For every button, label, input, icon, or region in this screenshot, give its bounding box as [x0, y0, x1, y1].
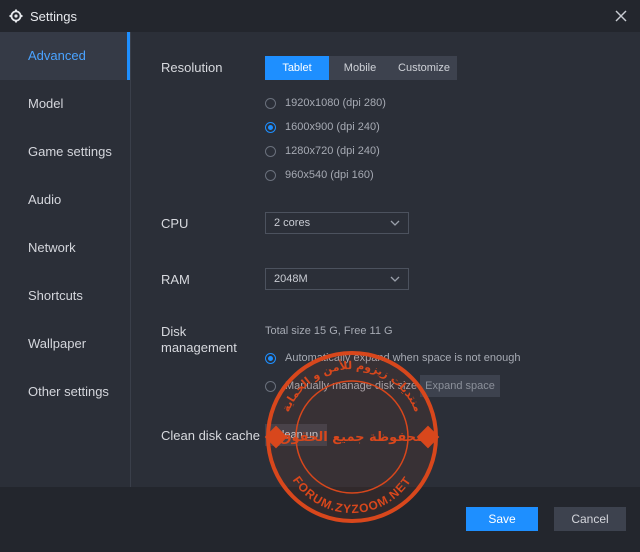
- cancel-button[interactable]: Cancel: [554, 507, 626, 531]
- chevron-down-icon: [390, 276, 400, 282]
- resolution-device-tabs: Tablet Mobile Customize: [265, 56, 457, 80]
- resolution-option-960x540[interactable]: 960x540 (dpi 160): [265, 169, 374, 181]
- resolution-option-1280x720[interactable]: 1280x720 (dpi 240): [265, 145, 380, 157]
- expand-space-button[interactable]: Expand space: [420, 375, 500, 397]
- ram-select[interactable]: 2048M: [265, 268, 409, 290]
- dialog-footer: Save Cancel: [0, 487, 640, 552]
- radio-label: 1600x900 (dpi 240): [285, 121, 380, 133]
- disk-manual-option[interactable]: Manually manage disk size: [265, 380, 417, 392]
- radio-label: 960x540 (dpi 160): [285, 169, 374, 181]
- tab-customize[interactable]: Customize: [391, 56, 457, 80]
- radio-button[interactable]: [265, 97, 276, 109]
- close-icon[interactable]: [610, 5, 632, 27]
- resolution-option-1600x900[interactable]: 1600x900 (dpi 240): [265, 121, 380, 133]
- gear-icon: [9, 9, 23, 23]
- radio-button[interactable]: [265, 145, 276, 157]
- settings-panel: Resolution Tablet Mobile Customize 1920x…: [131, 32, 640, 487]
- radio-label: 1280x720 (dpi 240): [285, 145, 380, 157]
- disk-size-info: Total size 15 G, Free 11 G: [265, 325, 393, 337]
- tab-mobile[interactable]: Mobile: [329, 56, 391, 80]
- window-title: Settings: [30, 9, 77, 24]
- radio-label: 1920x1080 (dpi 280): [285, 97, 386, 109]
- tab-tablet[interactable]: Tablet: [265, 56, 329, 80]
- resolution-option-1920x1080[interactable]: 1920x1080 (dpi 280): [265, 97, 386, 109]
- save-button[interactable]: Save: [466, 507, 538, 531]
- sidebar-item-other-settings[interactable]: Other settings: [0, 368, 130, 416]
- radio-button[interactable]: [265, 380, 276, 392]
- disk-auto-expand-option[interactable]: Automatically expand when space is not e…: [265, 352, 520, 364]
- clean-up-button[interactable]: Clean up: [265, 424, 327, 446]
- cpu-label: CPU: [161, 216, 189, 231]
- clean-disk-cache-label: Clean disk cache: [161, 428, 260, 443]
- sidebar-item-game-settings[interactable]: Game settings: [0, 128, 130, 176]
- radio-button[interactable]: [265, 121, 276, 133]
- radio-label: Automatically expand when space is not e…: [285, 352, 521, 364]
- radio-button[interactable]: [265, 352, 276, 364]
- ram-label: RAM: [161, 272, 190, 287]
- radio-button[interactable]: [265, 169, 276, 181]
- title-bar: Settings: [0, 0, 640, 32]
- sidebar-item-shortcuts[interactable]: Shortcuts: [0, 272, 130, 320]
- sidebar-item-model[interactable]: Model: [0, 80, 130, 128]
- sidebar-item-wallpaper[interactable]: Wallpaper: [0, 320, 130, 368]
- resolution-label: Resolution: [161, 60, 223, 75]
- cpu-select-value: 2 cores: [274, 217, 311, 229]
- chevron-down-icon: [390, 220, 400, 226]
- radio-label: Manually manage disk size: [285, 380, 418, 392]
- disk-management-label: Disk management: [161, 324, 237, 355]
- sidebar-item-audio[interactable]: Audio: [0, 176, 130, 224]
- sidebar-item-advanced[interactable]: Advanced: [0, 32, 130, 80]
- cpu-select[interactable]: 2 cores: [265, 212, 409, 234]
- sidebar: Advanced Model Game settings Audio Netwo…: [0, 32, 131, 487]
- ram-select-value: 2048M: [274, 273, 308, 285]
- sidebar-item-network[interactable]: Network: [0, 224, 130, 272]
